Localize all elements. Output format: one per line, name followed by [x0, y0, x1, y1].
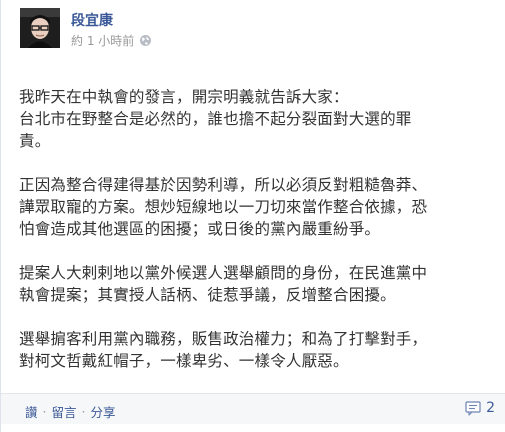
text-line: 正因為整合得建得基於因勢利導，所以必須反對粗糙魯莽、	[19, 176, 428, 194]
text-line: 對柯文哲戴紅帽子，一樣卑劣、一樣令人厭惡。	[19, 352, 349, 370]
text-line: 執會提案；其實授人話柄、徒惹爭議，反增整合困擾。	[19, 286, 396, 304]
comment-link[interactable]: 留言	[52, 402, 77, 421]
text-line: 台北市在野整合是必然的，誰也擔不起分裂面對大選的罪	[19, 110, 412, 128]
post-paragraph: 提案人大剌剌地以黨外候選人選舉顧問的身份，在民進黨中 執會提案；其實授人話柄、徒…	[19, 262, 489, 306]
share-link[interactable]: 分享	[91, 402, 116, 421]
comment-bubble-icon	[465, 400, 481, 416]
post-header: 段宜康 約 1 小時前	[20, 8, 505, 58]
avatar-photo	[20, 8, 60, 48]
comment-count-button[interactable]: 2	[465, 400, 495, 416]
post-paragraph: 正因為整合得建得基於因勢利導，所以必須反對粗糙魯莽、 譁眾取寵的方案。想炒短線地…	[19, 174, 489, 240]
separator: ·	[81, 404, 86, 419]
text-line: 選舉掮客利用黨內職務，販售政治權力；和為了打擊對手，	[19, 330, 428, 348]
separator: ·	[42, 404, 47, 419]
text-line: 責。	[19, 132, 51, 150]
text-line: 怕會造成其他選區的困擾；或日後的黨內嚴重紛爭。	[19, 220, 381, 238]
action-links: 讚 · 留言 · 分享	[25, 402, 116, 421]
comment-count: 2	[486, 400, 495, 416]
globe-icon[interactable]	[139, 34, 152, 47]
post-meta: 約 1 小時前	[71, 32, 152, 49]
text-line: 我昨天在中執會的發言，開宗明義就告訴大家：	[19, 88, 349, 106]
author-name[interactable]: 段宜康	[71, 10, 113, 30]
post-actions-bar: 讚 · 留言 · 分享 2	[1, 393, 505, 424]
text-line: 譁眾取寵的方案。想炒短線地以一刀切來當作整合依據，恐	[19, 198, 428, 216]
post-timestamp[interactable]: 約 1 小時前	[71, 32, 134, 49]
facebook-post: 段宜康 約 1 小時前 我昨天在中執會的發言，開宗明義就告訴大家： 台北市在野整…	[0, 0, 505, 432]
post-paragraph: 我昨天在中執會的發言，開宗明義就告訴大家： 台北市在野整合是必然的，誰也擔不起分…	[19, 86, 489, 152]
text-line: 提案人大剌剌地以黨外候選人選舉顧問的身份，在民進黨中	[19, 264, 428, 282]
avatar[interactable]	[20, 8, 60, 48]
post-paragraph: 選舉掮客利用黨內職務，販售政治權力；和為了打擊對手， 對柯文哲戴紅帽子，一樣卑劣…	[19, 328, 489, 372]
post-body: 我昨天在中執會的發言，開宗明義就告訴大家： 台北市在野整合是必然的，誰也擔不起分…	[19, 86, 489, 394]
like-link[interactable]: 讚	[25, 402, 38, 421]
